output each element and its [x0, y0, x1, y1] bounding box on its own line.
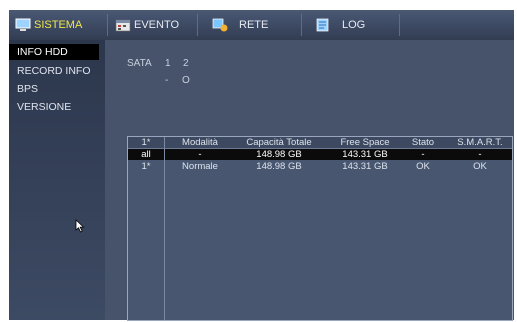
column-header: Capacità Totale: [246, 137, 312, 148]
column-header: Stato: [411, 137, 435, 148]
sidebar-item-label: INFO HDD: [17, 46, 68, 58]
sidebar-item-versione[interactable]: VERSIONE: [9, 99, 105, 115]
monitor-icon: [15, 18, 31, 31]
dvr-window: SISTEMA EVENTO RETE LOG INFO HDD RECORD …: [9, 10, 514, 321]
tab-divider: [107, 14, 108, 36]
tab-divider: [197, 14, 198, 36]
table-row[interactable]: all - 148.98 GB 143.31 GB - -: [128, 149, 512, 160]
table-cell: 143.31 GB: [342, 161, 388, 172]
calendar-icon: [115, 19, 131, 32]
tab-label: LOG: [342, 19, 366, 31]
tab-evento[interactable]: EVENTO: [115, 10, 179, 40]
column-header: S.M.A.R.T.: [457, 137, 503, 148]
sidebar-item-label: RECORD INFO: [17, 65, 91, 77]
column-header: Modalità: [182, 137, 218, 148]
sata-port-1: 1: [165, 58, 171, 69]
sata-port-2: 2: [183, 58, 189, 69]
sata-port-1-status: -: [165, 75, 169, 86]
tab-label: SISTEMA: [34, 19, 83, 31]
table-row[interactable]: 1* Normale 148.98 GB 143.31 GB OK OK: [128, 161, 512, 172]
table-cell: all: [141, 149, 151, 160]
tab-rete[interactable]: RETE: [212, 10, 268, 40]
column-divider: [164, 137, 165, 320]
network-icon: [212, 18, 228, 32]
column-header: 1*: [141, 137, 151, 148]
sidebar-item-label: BPS: [17, 83, 39, 95]
table-cell: -: [421, 149, 425, 160]
sidebar: INFO HDD RECORD INFO BPS VERSIONE: [9, 40, 105, 320]
log-icon: [316, 18, 329, 32]
table-cell: OK: [416, 161, 430, 172]
sidebar-item-label: VERSIONE: [17, 101, 72, 113]
sidebar-item-record-info[interactable]: RECORD INFO: [9, 63, 105, 79]
sata-port-2-status: O: [182, 75, 190, 86]
hdd-info-table: 1* Modalità Capacità Totale Free Space S…: [127, 136, 513, 321]
table-cell: -: [198, 149, 202, 160]
tab-divider: [399, 14, 400, 36]
tab-sistema[interactable]: SISTEMA: [15, 10, 82, 40]
table-header: 1* Modalità Capacità Totale Free Space S…: [128, 137, 512, 149]
table-cell: 148.98 GB: [256, 161, 302, 172]
mouse-cursor-icon: [75, 219, 85, 233]
table-cell: OK: [473, 161, 487, 172]
tab-divider: [301, 14, 302, 36]
table-cell: 1*: [141, 161, 151, 172]
sata-label: SATA: [127, 58, 152, 69]
top-tab-bar: SISTEMA EVENTO RETE LOG: [9, 10, 514, 40]
tab-label: RETE: [239, 19, 269, 31]
column-header: Free Space: [340, 137, 390, 148]
table-cell: -: [478, 149, 482, 160]
sidebar-item-info-hdd[interactable]: INFO HDD: [9, 44, 99, 60]
table-cell: 148.98 GB: [256, 149, 302, 160]
tab-log[interactable]: LOG: [315, 10, 365, 40]
sidebar-item-bps[interactable]: BPS: [9, 81, 105, 97]
tab-label: EVENTO: [134, 19, 180, 31]
table-cell: Normale: [182, 161, 218, 172]
table-cell: 143.31 GB: [342, 149, 388, 160]
main-panel: SATA 1 2 - O 1* Modalità Capacità Totale…: [105, 40, 514, 321]
